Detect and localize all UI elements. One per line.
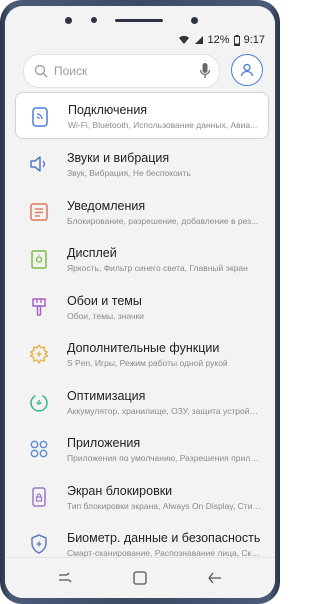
advanced-features-icon bbox=[29, 344, 49, 364]
sound-icon bbox=[30, 156, 45, 172]
settings-item-lock-screen[interactable]: Экран блокировки Тип блокировки экрана, … bbox=[15, 473, 267, 521]
settings-item-title: Дисплей bbox=[67, 246, 117, 260]
back-icon[interactable] bbox=[207, 570, 223, 586]
settings-item-subtitle: Яркость, Фильтр синего света, Главный эк… bbox=[67, 263, 248, 273]
screen: 12% 9:17 Поиск Подключения Wi-Fi, Blueto… bbox=[5, 6, 275, 598]
settings-item-subtitle: Обои, темы, значки bbox=[67, 310, 144, 321]
sensor-dot-icon bbox=[91, 17, 97, 23]
mic-icon[interactable] bbox=[199, 62, 211, 80]
navigation-bar bbox=[5, 557, 275, 598]
settings-item-wallpapers[interactable]: Обои и темы Обои, темы, значки bbox=[15, 283, 267, 331]
account-icon bbox=[240, 63, 254, 77]
settings-item-subtitle: Тип блокировки экрана, Always On Display… bbox=[67, 500, 262, 511]
signal-icon bbox=[194, 36, 203, 44]
notifications-icon bbox=[30, 202, 48, 221]
settings-item-connections[interactable]: Подключения Wi-Fi, Bluetooth, Использова… bbox=[15, 92, 269, 139]
battery-percent: 12% bbox=[207, 34, 230, 46]
settings-item-title: Биометр. данные и безопасность bbox=[67, 531, 261, 545]
settings-item-advanced-features[interactable]: Дополнительные функции S Pen, Игры, Режи… bbox=[15, 330, 267, 378]
optimization-icon bbox=[30, 394, 48, 412]
search-input[interactable] bbox=[52, 63, 196, 79]
settings-item-subtitle: Аккумулятор, хранилище, ОЗУ, защита устр… bbox=[67, 405, 262, 416]
front-camera-icon bbox=[65, 17, 72, 24]
clock: 9:17 bbox=[243, 34, 265, 46]
settings-item-subtitle: Приложения по умолчанию, Разрешения прил… bbox=[67, 453, 262, 463]
settings-item-title: Оптимизация bbox=[67, 388, 146, 403]
settings-item-title: Дополнительные функции bbox=[67, 341, 220, 355]
status-bar: 12% 9:17 bbox=[5, 32, 275, 48]
settings-list: Подключения Wi-Fi, Bluetooth, Использова… bbox=[15, 86, 269, 568]
settings-item-title: Приложения bbox=[67, 436, 141, 450]
settings-item-title: Звуки и вибрация bbox=[67, 151, 170, 165]
lock-screen-icon bbox=[32, 486, 46, 507]
settings-item-sounds[interactable]: Звуки и вибрация Звук, Вибрация, Не бесп… bbox=[15, 140, 267, 188]
battery-icon bbox=[233, 34, 240, 46]
settings-item-subtitle: Wi-Fi, Bluetooth, Использование данных, … bbox=[68, 120, 258, 130]
earpiece-icon bbox=[115, 19, 163, 22]
settings-item-subtitle: Звук, Вибрация, Не беспокоить bbox=[67, 168, 191, 178]
home-icon[interactable] bbox=[132, 570, 148, 586]
themes-icon bbox=[32, 297, 46, 316]
iris-sensor-icon bbox=[191, 17, 198, 24]
search-icon bbox=[34, 64, 48, 78]
search-bar[interactable] bbox=[23, 54, 220, 88]
phone-frame: 12% 9:17 Поиск Подключения Wi-Fi, Blueto… bbox=[0, 0, 280, 604]
recent-apps-icon[interactable] bbox=[57, 570, 73, 586]
wifi-icon bbox=[178, 35, 189, 44]
settings-item-title: Подключения bbox=[68, 103, 148, 117]
settings-item-optimization[interactable]: Оптимизация Аккумулятор, хранилище, ОЗУ,… bbox=[15, 378, 267, 426]
settings-item-apps[interactable]: Приложения Приложения по умолчанию, Разр… bbox=[15, 425, 267, 473]
settings-item-title: Уведомления bbox=[67, 198, 146, 213]
settings-item-notifications[interactable]: Уведомления Блокирование, разрешение, до… bbox=[15, 188, 267, 236]
settings-item-subtitle: Блокирование, разрешение, добавление в р… bbox=[67, 215, 259, 226]
settings-item-display[interactable]: Дисплей Яркость, Фильтр синего света, Гл… bbox=[15, 235, 267, 283]
security-icon bbox=[31, 534, 47, 554]
settings-item-title: Экран блокировки bbox=[67, 483, 173, 498]
settings-item-title: Обои и темы bbox=[67, 293, 142, 308]
profile-button[interactable] bbox=[231, 54, 263, 86]
apps-icon bbox=[30, 440, 48, 458]
display-icon bbox=[31, 250, 47, 269]
connections-icon bbox=[32, 107, 48, 127]
settings-item-subtitle: S Pen, Игры, Режим работы одной рукой bbox=[67, 358, 228, 368]
